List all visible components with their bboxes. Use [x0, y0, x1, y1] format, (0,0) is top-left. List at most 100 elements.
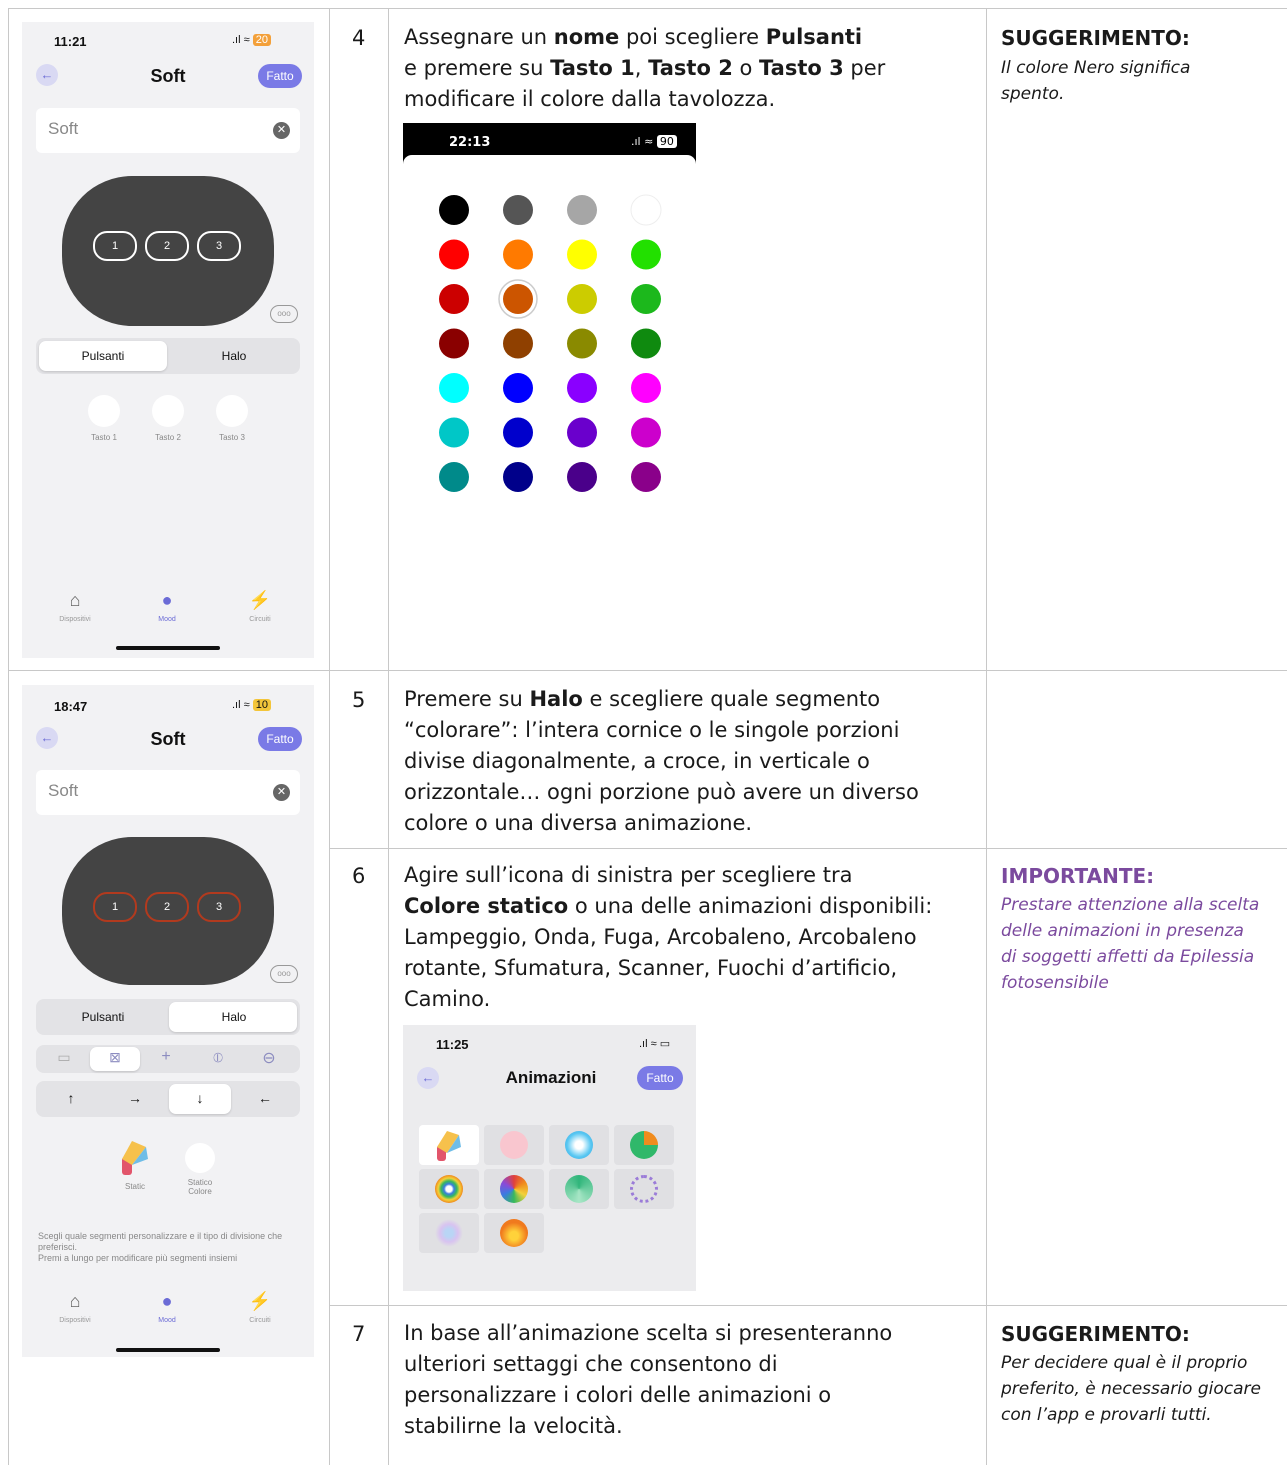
device-button-1[interactable]: 1 — [93, 892, 137, 922]
status-time: 11:25 — [436, 1037, 469, 1052]
device-button-2[interactable]: 2 — [145, 231, 189, 261]
segment-pulsanti-label[interactable]: Pulsanti — [39, 1010, 167, 1024]
more-icon[interactable]: ooo — [270, 305, 298, 323]
direction-left-icon[interactable]: ← — [234, 1090, 296, 1106]
back-icon[interactable]: ← — [36, 64, 58, 86]
screen-title: Soft — [150, 729, 186, 749]
color-swatch[interactable] — [567, 328, 597, 359]
color-swatch[interactable] — [631, 373, 661, 403]
color-swatch[interactable] — [567, 284, 597, 314]
color-swatch[interactable] — [503, 373, 533, 403]
color-swatch[interactable] — [439, 373, 469, 403]
static-animation-icon[interactable] — [122, 1141, 148, 1177]
animation-rainbow[interactable] — [419, 1169, 479, 1209]
palette-icon[interactable]: ● — [152, 590, 182, 611]
segment-halo-label[interactable]: Halo — [170, 349, 298, 363]
home-indicator — [116, 1348, 220, 1352]
status-icons: .ıl ≈ ▭ — [639, 1038, 671, 1050]
division-horizontal-icon[interactable]: ⊖ — [249, 1048, 289, 1068]
done-button[interactable]: Fatto — [258, 64, 302, 88]
back-icon[interactable]: ← — [417, 1067, 439, 1089]
animation-fade[interactable] — [549, 1169, 609, 1209]
color-swatch[interactable] — [439, 239, 469, 270]
color-swatch[interactable] — [631, 328, 661, 359]
key-color-1[interactable] — [88, 395, 120, 427]
color-swatch[interactable] — [503, 462, 533, 492]
color-swatch[interactable] — [631, 284, 661, 314]
color-swatch[interactable] — [503, 195, 533, 225]
direction-right-icon[interactable]: → — [104, 1090, 166, 1106]
key-color-2[interactable] — [152, 395, 184, 427]
home-icon[interactable]: ⌂ — [60, 590, 90, 611]
color-swatch[interactable] — [503, 239, 533, 270]
instruction-text: Agire sull’icona di sinistra per sceglie… — [404, 863, 933, 1011]
bolt-icon[interactable]: ⚡ — [245, 1291, 275, 1312]
color-swatch[interactable] — [439, 417, 469, 448]
clear-icon[interactable]: ✕ — [273, 784, 290, 801]
home-icon[interactable]: ⌂ — [60, 1291, 90, 1312]
color-swatch[interactable] — [567, 462, 597, 492]
screen-title: Soft — [150, 66, 186, 86]
animation-rotating-rainbow[interactable] — [484, 1169, 544, 1209]
fireworks-icon — [435, 1219, 463, 1247]
step-number: 6 — [352, 864, 366, 888]
animation-fireworks[interactable] — [419, 1213, 479, 1253]
home-indicator — [116, 646, 220, 650]
color-swatch[interactable] — [439, 462, 469, 492]
color-swatch[interactable] — [567, 195, 597, 225]
tip-title: SUGGERIMENTO: — [1001, 1322, 1190, 1346]
more-icon[interactable]: ooo — [270, 965, 298, 983]
name-field[interactable]: Soft ✕ — [36, 108, 300, 153]
key-color-3[interactable] — [216, 395, 248, 427]
color-swatch[interactable] — [439, 328, 469, 359]
segment-halo-label[interactable]: Halo — [170, 1010, 298, 1024]
animation-static[interactable] — [419, 1125, 479, 1165]
palette-icon[interactable]: ● — [152, 1291, 182, 1312]
direction-down-icon[interactable]: ↓ — [169, 1090, 231, 1106]
static-color-swatch[interactable] — [185, 1143, 215, 1173]
color-swatch[interactable] — [567, 239, 597, 270]
tip-title: IMPORTANTE: — [1001, 864, 1155, 888]
color-swatch[interactable] — [631, 239, 661, 270]
animation-chase[interactable] — [614, 1125, 674, 1165]
done-button[interactable]: Fatto — [637, 1066, 683, 1090]
color-swatch[interactable] — [503, 328, 533, 359]
device-button-1[interactable]: 1 — [93, 231, 137, 261]
division-full-icon[interactable]: ▭ — [44, 1049, 84, 1066]
device-button-3[interactable]: 3 — [197, 892, 241, 922]
color-swatch[interactable] — [567, 373, 597, 403]
bolt-icon[interactable]: ⚡ — [245, 590, 275, 611]
name-field[interactable]: Soft ✕ — [36, 770, 300, 815]
color-swatch[interactable] — [439, 195, 469, 225]
battery-level: 10 — [252, 699, 271, 711]
device-button-2[interactable]: 2 — [145, 892, 189, 922]
static-color-label: Statico Colore — [187, 1178, 213, 1196]
name-field-value: Soft — [48, 781, 79, 800]
instruction-text: Assegnare un nome poi scegliere Pulsanti… — [404, 25, 886, 111]
division-diagonal-icon[interactable]: ⊠ — [95, 1049, 135, 1066]
color-swatch[interactable] — [503, 417, 533, 448]
rainbow-icon — [435, 1175, 463, 1203]
back-icon[interactable]: ← — [36, 727, 58, 749]
clear-icon[interactable]: ✕ — [273, 122, 290, 139]
color-swatch[interactable] — [630, 194, 662, 226]
step-number: 7 — [352, 1322, 366, 1346]
color-swatch[interactable] — [567, 417, 597, 448]
segment-pulsanti-label[interactable]: Pulsanti — [39, 349, 167, 363]
color-swatch[interactable] — [631, 462, 661, 492]
tab-label-mood: Mood — [158, 1317, 176, 1324]
tab-label-circuiti: Circuiti — [249, 616, 271, 623]
division-cross-icon[interactable]: + — [146, 1048, 186, 1066]
done-button[interactable]: Fatto — [258, 727, 302, 751]
animation-scanner[interactable] — [614, 1169, 674, 1209]
device-button-3[interactable]: 3 — [197, 231, 241, 261]
color-swatch[interactable] — [439, 284, 469, 314]
division-vertical-icon[interactable]: ⦶ — [198, 1049, 238, 1066]
animation-flash[interactable] — [484, 1125, 544, 1165]
color-swatch[interactable] — [503, 284, 533, 314]
direction-up-icon[interactable]: ↑ — [40, 1090, 102, 1106]
fade-icon — [565, 1175, 593, 1203]
color-swatch[interactable] — [631, 417, 661, 448]
animation-wave[interactable] — [549, 1125, 609, 1165]
animation-fireplace[interactable] — [484, 1213, 544, 1253]
